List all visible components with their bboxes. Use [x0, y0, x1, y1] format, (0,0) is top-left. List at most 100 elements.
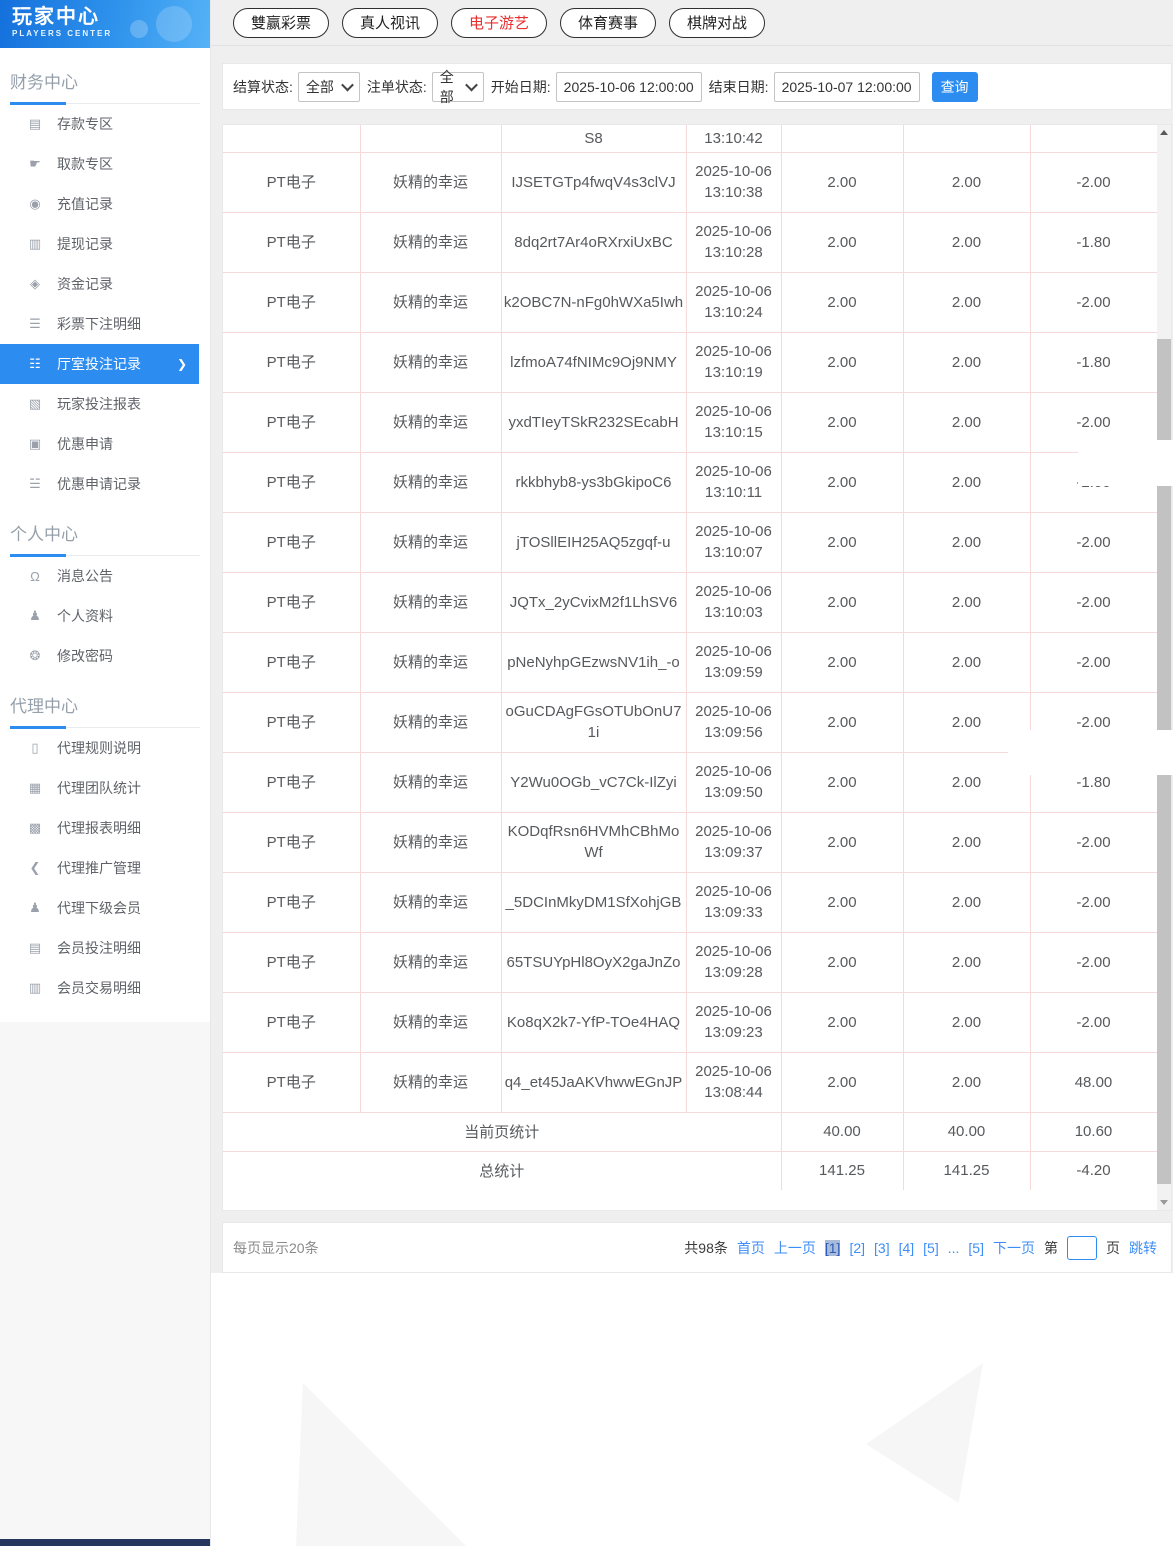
order-id-cell: q4_et45JaAKVhwwEGnJP — [500, 1051, 687, 1113]
sidebar-item-hall-bet-records[interactable]: ☷ 厅室投注记录 ❯ — [0, 344, 199, 384]
sidebar-item-player-bet-report[interactable]: ▧ 玩家投注报表 — [0, 384, 199, 424]
game-cell: 妖精的幸运 — [359, 331, 502, 393]
time-cell: 2025-10-06 13:09:56 — [685, 691, 782, 753]
profit-cell: 48.00 — [1029, 1051, 1158, 1113]
query-button[interactable]: 查询 — [931, 71, 978, 102]
page-link[interactable]: [4] — [899, 1240, 915, 1256]
table-scrollbar[interactable] — [1157, 125, 1171, 1210]
game-cell: 妖精的幸运 — [359, 631, 502, 693]
tab-game-category[interactable]: 真人视讯 — [342, 7, 438, 38]
sidebar-item-agent-report-details[interactable]: ▩ 代理报表明细 — [0, 808, 199, 848]
sidebar-item-recharge-records[interactable]: ◉ 充值记录 — [0, 184, 199, 224]
order-status-select[interactable]: 全部 — [431, 69, 484, 105]
game-cell: 妖精的幸运 — [359, 871, 502, 933]
page-link[interactable]: 首页 — [737, 1238, 765, 1258]
promo-apply-icon: ▣ — [28, 436, 42, 451]
decor-triangle — [866, 1363, 984, 1503]
valid-amount-cell: 2.00 — [902, 211, 1031, 273]
time-cell: 2025-10-06 13:09:23 — [685, 991, 782, 1053]
order-id-cell: 8dq2rt7Ar4oRXrxiUxBC — [500, 211, 687, 273]
page-link-current[interactable]: [1] — [824, 1239, 841, 1256]
valid-amount-cell: 2.00 — [902, 271, 1031, 333]
grand-total-row: 总统计 141.25 141.25 -4.20 — [223, 1150, 1158, 1190]
sidebar-item-promo-apply-records[interactable]: ☱ 优惠申请记录 — [0, 464, 199, 504]
page-link[interactable]: [5] — [968, 1240, 984, 1256]
table-row: PT电子 妖精的幸运 q4_et45JaAKVhwwEGnJP 2025-10-06 … — [223, 1051, 1158, 1113]
sidebar-item-deposit[interactable]: ▤ 存款专区 — [0, 104, 199, 144]
table-row: PT电子 妖精的幸运 yxdTIeyTSkR232SEcabH 2025-10-06 … — [223, 391, 1158, 453]
page-total-row: 当前页统计 40.00 40.00 10.60 — [223, 1111, 1158, 1152]
time-cell: 2025-10-06 13:10:15 — [685, 391, 782, 453]
game-cell: 妖精的幸运 — [359, 991, 502, 1053]
start-date-input[interactable] — [555, 71, 702, 102]
profit-cell: -2.00 — [1029, 511, 1158, 573]
table-row: PT电子 妖精的幸运 rkkbhyb8-ys3bGkipoC6 2025-10-06 … — [223, 451, 1158, 513]
sidebar-item-label: 代理推广管理 — [57, 860, 141, 876]
profit-cell: -1.80 — [1029, 211, 1158, 273]
hall-cell: PT电子 — [223, 211, 361, 273]
order-status-value: 全部 — [439, 68, 454, 105]
sidebar-item-agent-promotion-share[interactable]: ❮ 代理推广管理 — [0, 848, 199, 888]
chevron-right-icon: ❯ — [176, 357, 187, 371]
end-date-input[interactable] — [773, 71, 920, 102]
jump-button[interactable]: 跳转 — [1129, 1238, 1157, 1258]
page-jump-input[interactable] — [1067, 1235, 1097, 1260]
order-id-cell: IJSETGTp4fwqV4s3clVJ — [500, 151, 687, 213]
bet-amount-cell: 2.00 — [780, 511, 904, 573]
scroll-down-arrow-icon[interactable] — [1157, 1194, 1171, 1210]
hall-cell: PT电子 — [223, 571, 361, 633]
game-cell: 妖精的幸运 — [359, 931, 502, 993]
game-cell: 妖精的幸运 — [359, 811, 502, 873]
sidebar-item-withdraw-records[interactable]: ▥ 提现记录 — [0, 224, 199, 264]
game-cell: 妖精的幸运 — [359, 151, 502, 213]
sidebar-item-bell[interactable]: Ω 消息公告 — [0, 556, 199, 596]
game-cell: 妖精的幸运 — [359, 391, 502, 453]
sidebar-item-label: 彩票下注明细 — [57, 316, 141, 332]
sidebar-item-gear[interactable]: ❂ 修改密码 — [0, 636, 199, 676]
start-date-label: 开始日期: — [490, 78, 551, 95]
sidebar-item-agent-rules-doc[interactable]: ▯ 代理规则说明 — [0, 728, 199, 768]
tab-game-category[interactable]: 体育赛事 — [560, 7, 656, 38]
time-cell: 2025-10-06 13:10:19 — [685, 331, 782, 393]
valid-amount-cell — [902, 125, 1031, 153]
sidebar-item-label: 代理下级会员 — [57, 900, 141, 916]
time-cell: 2025-10-06 13:09:50 — [685, 751, 782, 813]
valid-amount-cell: 2.00 — [902, 451, 1031, 513]
game-cell — [359, 125, 502, 153]
page-link[interactable]: [3] — [874, 1240, 890, 1256]
sidebar-item-withdraw[interactable]: ☛ 取款专区 — [0, 144, 199, 184]
order-id-cell: jTOSllEIH25AQ5zgqf-u — [500, 511, 687, 573]
bet-amount-cell: 2.00 — [780, 631, 904, 693]
sidebar-item-member-bet-details[interactable]: ▤ 会员投注明细 — [0, 928, 199, 968]
page-link[interactable]: [2] — [849, 1240, 865, 1256]
page-link[interactable]: 下一页 — [993, 1238, 1035, 1258]
game-cell: 妖精的幸运 — [359, 691, 502, 753]
game-cell: 妖精的幸运 — [359, 271, 502, 333]
sidebar-item-agent-team-stats[interactable]: ▦ 代理团队统计 — [0, 768, 199, 808]
scroll-up-arrow-icon[interactable] — [1157, 125, 1171, 141]
lottery-bet-details-icon: ☰ — [29, 316, 41, 331]
tab-game-category[interactable]: 雙赢彩票 — [233, 7, 329, 38]
valid-amount-cell: 2.00 — [902, 151, 1031, 213]
valid-amount-cell: 2.00 — [902, 991, 1031, 1053]
hall-cell: PT电子 — [223, 1051, 361, 1113]
game-cell: 妖精的幸运 — [359, 1051, 502, 1113]
hall-cell: PT电子 — [223, 271, 361, 333]
sidebar-item-person[interactable]: ♟ 个人资料 — [0, 596, 199, 636]
sidebar-item-label: 会员投注明细 — [57, 940, 141, 956]
tab-active-game-category[interactable]: 电子游艺 — [451, 7, 547, 38]
sidebar-item-agent-members[interactable]: ♟ 代理下级会员 — [0, 888, 199, 928]
sidebar-item-lottery-bet-details[interactable]: ☰ 彩票下注明细 — [0, 304, 199, 344]
settle-status-select[interactable]: 全部 — [297, 71, 360, 102]
page-link[interactable]: 上一页 — [774, 1238, 816, 1258]
sidebar-item-label: 代理团队统计 — [57, 780, 141, 796]
sidebar-item-funds-records[interactable]: ◈ 资金记录 — [0, 264, 199, 304]
valid-amount-cell: 2.00 — [902, 631, 1031, 693]
tab-game-category[interactable]: 棋牌对战 — [669, 7, 765, 38]
bell-icon: Ω — [30, 568, 40, 584]
page: 玩家中心 PLAYERS CENTER 财务中心 ▤ 存款专区 ☛ 取款专区 ◉ 充值记录 ▥… — [0, 0, 1173, 1546]
page-link[interactable]: [5] — [923, 1240, 939, 1256]
sidebar-item-member-transaction-details[interactable]: ▥ 会员交易明细 — [0, 968, 199, 1008]
sidebar-item-promo-apply[interactable]: ▣ 优惠申请 — [0, 424, 199, 464]
funds-records-icon: ◈ — [30, 276, 40, 291]
